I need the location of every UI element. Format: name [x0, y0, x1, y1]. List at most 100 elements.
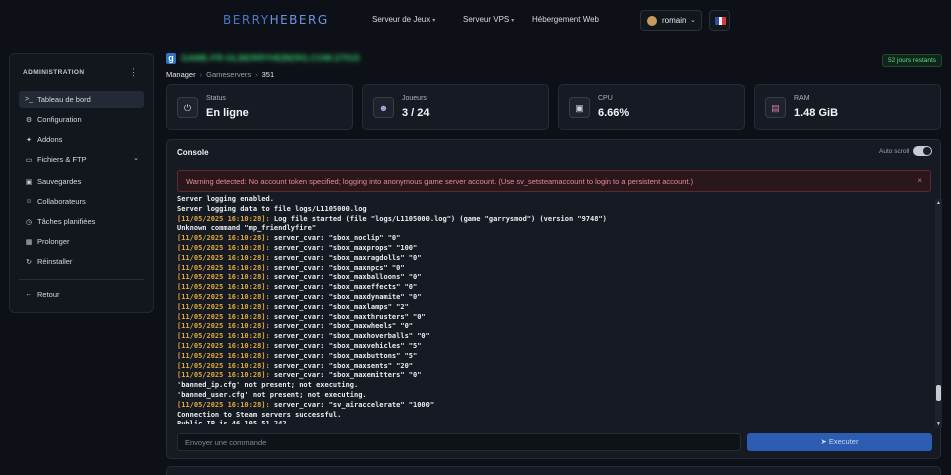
- console-text: Log file started (file "logs/L1105000.lo…: [269, 214, 607, 223]
- autoscroll-toggle[interactable]: [913, 146, 932, 156]
- nav-vps[interactable]: Serveur VPS ▾: [463, 15, 514, 24]
- console-title: Console: [177, 148, 209, 157]
- console-timestamp: [11/05/2025 16:10:28]:: [177, 361, 270, 370]
- console-text: server_cvar: "sbox_maxvehicles" "5": [269, 341, 422, 350]
- scroll-up-icon[interactable]: ▲: [936, 200, 941, 206]
- nav-web-hosting[interactable]: Hébergement Web: [532, 15, 599, 24]
- console-line: 'banned_ip.cfg' not present; not executi…: [177, 381, 933, 391]
- console-text: server_cvar: "sbox_maxnpcs" "0": [269, 263, 405, 272]
- breadcrumb-manager[interactable]: Manager: [166, 70, 196, 79]
- server-name: GAME-FR-GLBERRYHEBERG.COM:27015: [181, 53, 360, 63]
- user-menu[interactable]: romain ⌄: [640, 10, 702, 31]
- sidebar-item-configuration[interactable]: ⚙ Configuration: [19, 111, 144, 128]
- sidebar-title: ADMINISTRATION: [23, 69, 85, 76]
- console-line: [11/05/2025 16:10:28]: server_cvar: "sbo…: [177, 371, 933, 381]
- nav-game-servers[interactable]: Serveur de Jeux ▾: [372, 15, 435, 24]
- console-text: server_cvar: "sbox_maxlamps" "2": [269, 302, 409, 311]
- refresh-icon: ↻: [26, 258, 32, 266]
- console-line: [11/05/2025 16:10:28]: server_cvar: "sbo…: [177, 332, 933, 342]
- more-options-icon[interactable]: ⋮: [129, 67, 138, 78]
- memory-icon: ▤: [765, 97, 786, 118]
- console-text: server_cvar: "sbox_maxthrusters" "0": [269, 312, 426, 321]
- toggle-knob: [923, 147, 931, 155]
- console-line: [11/05/2025 16:10:28]: server_cvar: "sbo…: [177, 293, 933, 303]
- console-output: Server logging enabled. Server logging da…: [177, 195, 933, 424]
- sidebar-item-files-ftp[interactable]: ▭ Fichiers & FTP ⌄: [19, 151, 144, 168]
- users-icon: ☺: [25, 198, 33, 205]
- close-icon[interactable]: ×: [917, 176, 922, 185]
- console-line: [11/05/2025 16:10:28]: server_cvar: "sbo…: [177, 234, 933, 244]
- console-timestamp: [11/05/2025 16:10:28]:: [177, 322, 270, 331]
- console-line: [11/05/2025 16:10:28]: server_cvar: "sbo…: [177, 244, 933, 254]
- terminal-icon: >_: [25, 96, 33, 103]
- breadcrumb-gameservers[interactable]: Gameservers: [206, 70, 251, 79]
- console-timestamp: [11/05/2025 16:10:28]:: [177, 253, 270, 262]
- console-timestamp: [11/05/2025 16:10:28]:: [177, 273, 270, 282]
- execute-button[interactable]: ➤ Executer: [747, 433, 932, 451]
- username: romain: [662, 16, 687, 25]
- sidebar-item-scheduled-tasks[interactable]: ◷ Tâches planifiées: [19, 213, 144, 230]
- game-icon: g: [166, 53, 176, 64]
- ram-card: ▤ RAM 1.48 GiB: [754, 84, 941, 130]
- status-card: ⏻ Status En ligne: [166, 84, 353, 130]
- chevron-down-icon: ▾: [511, 18, 515, 24]
- console-text: server_cvar: "sbox_maxhoverballs" "0": [269, 332, 430, 341]
- sidebar-item-dashboard[interactable]: >_ Tableau de bord: [19, 91, 144, 108]
- french-flag-icon: [715, 17, 727, 25]
- console-line: [11/05/2025 16:10:28]: server_cvar: "sbo…: [177, 362, 933, 372]
- console-scrollbar[interactable]: ▲ ▼: [935, 199, 942, 428]
- console-line: [11/05/2025 16:10:28]: server_cvar: "sbo…: [177, 283, 933, 293]
- language-selector[interactable]: [709, 10, 730, 31]
- console-timestamp: [11/05/2025 16:10:28]:: [177, 332, 270, 341]
- console-timestamp: [11/05/2025 16:10:28]:: [177, 243, 270, 252]
- sidebar-item-extend[interactable]: ▦ Prolonger: [19, 233, 144, 250]
- console-timestamp: [11/05/2025 16:10:28]:: [177, 234, 270, 243]
- players-value: 3 / 24: [402, 107, 430, 119]
- send-icon: ➤: [820, 437, 829, 446]
- console-timestamp: [11/05/2025 16:10:28]:: [177, 263, 270, 272]
- console-line: [11/05/2025 16:10:28]: server_cvar: "sbo…: [177, 303, 933, 313]
- chevron-down-icon: ⌄: [133, 155, 139, 162]
- console-text: server_cvar: "sbox_maxwheels" "0": [269, 322, 414, 331]
- clock-icon: ◷: [25, 218, 33, 226]
- status-label: Status: [206, 95, 226, 102]
- breadcrumb-separator-icon: ›: [255, 70, 258, 79]
- players-card: ☻ Joueurs 3 / 24: [362, 84, 549, 130]
- back-button[interactable]: ← Retour: [19, 286, 144, 303]
- console-text: server_cvar: "sbox_maxbuttons" "5": [269, 351, 418, 360]
- console-text: server_cvar: "sbox_maxballoons" "0": [269, 273, 422, 282]
- scroll-down-icon[interactable]: ▼: [936, 421, 941, 427]
- console-text: Unknown command "mp_friendlyfire": [177, 224, 317, 233]
- console-timestamp: [11/05/2025 16:10:28]:: [177, 302, 270, 311]
- ram-value: 1.48 GiB: [794, 107, 839, 119]
- sidebar-item-collaborators[interactable]: ☺ Collaborateurs: [19, 193, 144, 210]
- top-navbar: BERRYHEBERG Serveur de Jeux ▾ Serveur VPS…: [0, 0, 951, 40]
- console-line: [11/05/2025 16:10:28]: server_cvar: "sbo…: [177, 313, 933, 323]
- breadcrumb-separator-icon: ›: [199, 70, 203, 79]
- sidebar-item-addons[interactable]: ✦ Addons: [19, 131, 144, 148]
- days-remaining-badge: 52 jours restants: [882, 54, 943, 67]
- console-line: [11/05/2025 16:10:28]: server_cvar: "sbo…: [177, 273, 933, 283]
- command-input[interactable]: [177, 433, 741, 451]
- warning-text: Warning detected: No account token speci…: [186, 177, 694, 186]
- cpu-icon: ▣: [569, 97, 590, 118]
- console-text: 'banned_user.cfg' not present; not execu…: [177, 390, 367, 399]
- console-timestamp: [11/05/2025 16:10:28]:: [177, 351, 270, 360]
- console-text: server_cvar: "sbox_noclip" "0": [269, 234, 401, 243]
- console-text: server_cvar: "sbox_maxeffects" "0": [269, 283, 418, 292]
- sidebar-item-backups[interactable]: ▣ Sauvegardes: [19, 173, 144, 190]
- scrollbar-thumb[interactable]: [936, 385, 941, 401]
- console-text: 'banned_ip.cfg' not present; not executi…: [177, 381, 359, 390]
- console-text: server_cvar: "sbox_maxprops" "100": [269, 243, 418, 252]
- console-line: [11/05/2025 16:10:28]: server_cvar: "sbo…: [177, 322, 933, 332]
- status-value: En ligne: [206, 107, 249, 119]
- breadcrumb: Manager › Gameservers › 351: [166, 70, 274, 79]
- brand-logo[interactable]: BERRYHEBERG: [223, 13, 329, 27]
- console-timestamp: [11/05/2025 16:10:28]:: [177, 214, 270, 223]
- console-line: [11/05/2025 16:10:28]: server_cvar: "sbo…: [177, 264, 933, 274]
- console-line: [11/05/2025 16:10:28]: Log file started …: [177, 215, 933, 225]
- console-text: server_cvar: "sbox_maxsents" "20": [269, 361, 414, 370]
- sidebar-item-reinstall[interactable]: ↻ Réinstaller: [19, 253, 144, 270]
- console-line: Connection to Steam servers successful.: [177, 411, 933, 421]
- console-text: server_cvar: "sbox_maxragdolls" "0": [269, 253, 422, 262]
